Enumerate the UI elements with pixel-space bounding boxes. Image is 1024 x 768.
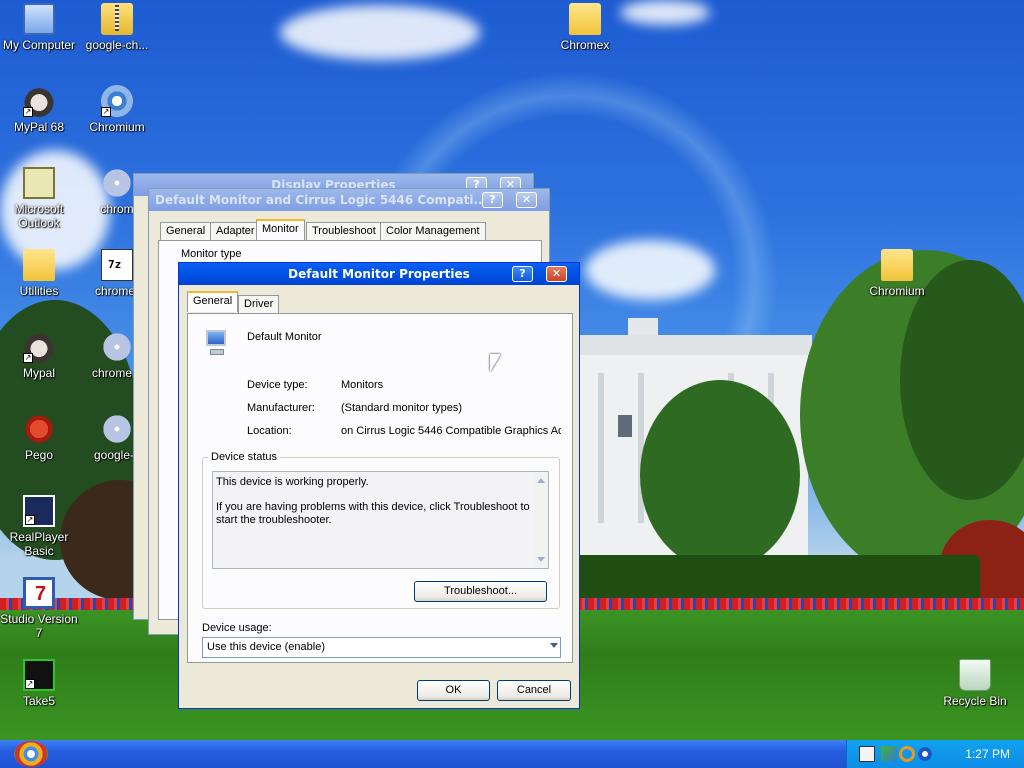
device-type-value: Monitors: [341, 379, 384, 391]
shortcut-arrow-icon: ↗: [23, 107, 33, 117]
help-button[interactable]: ?: [512, 266, 533, 282]
desktop-icon-utilities[interactable]: Utilities: [0, 249, 82, 298]
7z-archive-icon: [101, 249, 133, 281]
help-button[interactable]: ?: [482, 192, 503, 208]
desktop-icon-take5[interactable]: ↗ Take5: [0, 659, 82, 708]
raccoon-icon: ↗: [23, 85, 55, 117]
wallpaper-tree: [640, 380, 800, 570]
desktop-icon-recycle-bin[interactable]: Recycle Bin: [932, 659, 1018, 708]
device-status-label: Device status: [208, 451, 281, 463]
mouse-cursor-icon: [490, 354, 501, 372]
shortcut-arrow-icon: ↗: [101, 107, 111, 117]
status-line-working: This device is working properly.: [216, 476, 369, 488]
scroll-down-arrow-icon[interactable]: [537, 557, 545, 562]
desktop-icon-pego[interactable]: Pego: [0, 413, 82, 462]
keyboard-icon[interactable]: [859, 746, 875, 762]
tab-troubleshoot[interactable]: Troubleshoot: [306, 222, 382, 240]
tab-general[interactable]: General: [160, 222, 212, 240]
take5-icon: ↗: [23, 659, 55, 691]
wallpaper-cloud: [280, 5, 480, 60]
raccoon-icon: ↗: [23, 331, 55, 363]
monitor-type-label: Monitor type: [181, 248, 242, 260]
desktop-icon-google-ch[interactable]: google-ch...: [74, 3, 160, 52]
tab-adapter[interactable]: Adapter: [210, 222, 261, 240]
eye-icon[interactable]: [917, 746, 933, 762]
troubleshoot-button[interactable]: Troubleshoot...: [414, 581, 547, 602]
device-type-label: Device type:: [247, 379, 308, 391]
cancel-button[interactable]: Cancel: [497, 680, 571, 701]
desktop-icon-my-computer[interactable]: My Computer: [0, 3, 82, 52]
desktop-icon-chromium-folder[interactable]: Chromium: [854, 249, 940, 298]
location-label: Location:: [247, 425, 292, 437]
shortcut-arrow-icon: ↗: [23, 353, 33, 363]
desktop-icon-chromex[interactable]: Chromex: [542, 3, 628, 52]
status-line-troubleshoot-hint: If you are having problems with this dev…: [216, 501, 530, 526]
tab-general[interactable]: General: [187, 291, 239, 312]
desktop-icon-chromium[interactable]: ↗ Chromium: [74, 85, 160, 134]
search-icon[interactable]: [899, 746, 915, 762]
desktop-icon-mypal[interactable]: ↗ Mypal: [0, 331, 82, 380]
system-tray: 1:27 PM: [846, 740, 1024, 768]
pego-icon: [23, 413, 55, 445]
cd-installer-icon: [101, 331, 133, 363]
desktop-icon-realplayer-basic[interactable]: ↗ RealPlayer Basic: [0, 495, 82, 558]
monitor-adapter-titlebar[interactable]: Default Monitor and Cirrus Logic 5446 Co…: [149, 189, 549, 211]
chromium-icon: ↗: [101, 85, 133, 117]
wallpaper-cloud: [620, 0, 710, 25]
taskbar: 1:27 PM: [0, 740, 1024, 768]
shortcut-arrow-icon: ↗: [25, 515, 35, 525]
desktop-icon-studio-version-7[interactable]: Studio Version 7: [0, 577, 82, 640]
chevron-down-icon[interactable]: [550, 643, 558, 648]
studio-icon: [23, 577, 55, 609]
wallpaper-hedge: [560, 555, 980, 601]
cd-installer-icon: [101, 413, 133, 445]
monitor-icon: [204, 328, 230, 358]
tab-driver[interactable]: Driver: [238, 295, 280, 313]
default-monitor-properties-dialog: Default Monitor Properties ? ✕ General D…: [178, 262, 580, 709]
clock[interactable]: 1:27 PM: [965, 747, 1010, 761]
device-status-text[interactable]: This device is working properly. If you …: [212, 471, 549, 569]
cd-installer-icon: [101, 167, 133, 199]
my-computer-icon: [23, 3, 55, 35]
start-button[interactable]: [14, 741, 48, 767]
device-usage-label: Device usage:: [202, 622, 272, 634]
realplayer-icon: ↗: [23, 495, 55, 527]
folder-icon: [23, 249, 55, 281]
outlook-icon: [23, 167, 55, 199]
dialog-titlebar[interactable]: Default Monitor Properties ? ✕: [179, 263, 579, 285]
general-tab-panel: Default Monitor Device type: Monitors Ma…: [187, 313, 573, 663]
zip-archive-icon: [101, 3, 133, 35]
shortcut-arrow-icon: ↗: [25, 679, 35, 689]
network-icon[interactable]: [881, 746, 897, 762]
desktop-icon-microsoft-outlook[interactable]: Microsoft Outlook: [0, 167, 82, 230]
device-usage-select[interactable]: Use this device (enable): [202, 637, 561, 658]
recycle-bin-icon: [959, 659, 991, 691]
tab-color-management[interactable]: Color Management: [380, 222, 486, 240]
tab-monitor[interactable]: Monitor: [256, 219, 305, 240]
folder-icon: [881, 249, 913, 281]
folder-icon: [569, 3, 601, 35]
device-name: Default Monitor: [247, 331, 322, 343]
ok-button[interactable]: OK: [417, 680, 490, 701]
close-button[interactable]: ✕: [516, 192, 537, 208]
manufacturer-label: Manufacturer:: [247, 402, 315, 414]
desktop-icon-mypal-68[interactable]: ↗ MyPal 68: [0, 85, 82, 134]
status-scrollbar[interactable]: [534, 472, 548, 568]
close-button[interactable]: ✕: [546, 266, 567, 282]
manufacturer-value: (Standard monitor types): [341, 402, 463, 414]
scroll-up-arrow-icon[interactable]: [537, 478, 545, 483]
location-value: on Cirrus Logic 5446 Compatible Graphics…: [341, 425, 561, 437]
